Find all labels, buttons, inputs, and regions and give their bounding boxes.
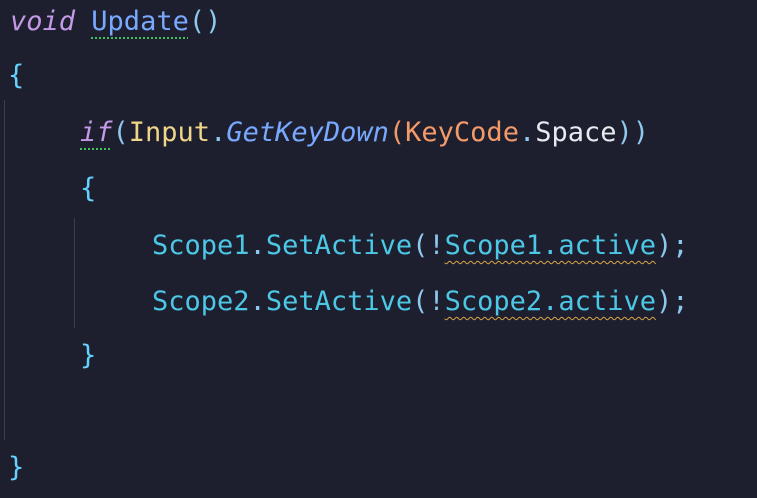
enum-member-space[interactable]: Space — [535, 117, 616, 148]
close-parens: )) — [616, 117, 650, 148]
code-line-9[interactable]: } — [8, 448, 24, 488]
code-line-3[interactable]: if(Input.GetKeyDown(KeyCode.Space)) — [80, 113, 649, 153]
keyword-void: void — [10, 6, 76, 37]
method-setactive[interactable]: SetActive — [266, 286, 412, 317]
open-paren: ( — [112, 117, 129, 148]
keyword-if[interactable]: if — [80, 117, 113, 148]
close-paren-semicolon: ); — [655, 286, 689, 317]
dot: . — [249, 286, 266, 317]
warning-expression-scope1-active[interactable]: Scope1.active — [445, 230, 656, 261]
open-brace: { — [80, 173, 97, 204]
close-brace: } — [80, 340, 97, 371]
field-scope1[interactable]: Scope1 — [152, 230, 250, 261]
code-line-2[interactable]: { — [8, 56, 24, 96]
method-getkeydown[interactable]: GetKeyDown — [226, 117, 389, 148]
dot: . — [249, 230, 266, 261]
method-setactive[interactable]: SetActive — [266, 230, 412, 261]
code-editor[interactable]: void Update() { if(Input.GetKeyDown(KeyC… — [0, 0, 757, 498]
method-name-update[interactable]: Update — [91, 6, 189, 37]
open-paren: ( — [388, 117, 406, 148]
indent-guide-inner — [74, 218, 75, 328]
dot: . — [210, 117, 227, 148]
open-paren-not: (! — [412, 230, 445, 261]
open-brace: { — [8, 60, 25, 91]
code-line-4[interactable]: { — [80, 169, 96, 209]
parentheses: () — [188, 6, 222, 37]
open-paren-not: (! — [412, 286, 445, 317]
enum-keycode[interactable]: KeyCode — [405, 117, 519, 148]
warning-expression-scope2-active[interactable]: Scope2.active — [445, 286, 656, 317]
dot: . — [518, 117, 536, 148]
code-line-7[interactable]: } — [80, 336, 96, 376]
field-scope2[interactable]: Scope2 — [152, 286, 250, 317]
close-brace: } — [8, 452, 25, 483]
code-line-1[interactable]: void Update() — [10, 2, 221, 42]
code-line-5[interactable]: Scope1.SetActive(!Scope1.active); — [152, 226, 688, 266]
code-line-6[interactable]: Scope2.SetActive(!Scope2.active); — [152, 282, 688, 322]
close-paren-semicolon: ); — [655, 230, 689, 261]
class-input[interactable]: Input — [129, 117, 210, 148]
indent-guide-outer — [4, 100, 5, 440]
